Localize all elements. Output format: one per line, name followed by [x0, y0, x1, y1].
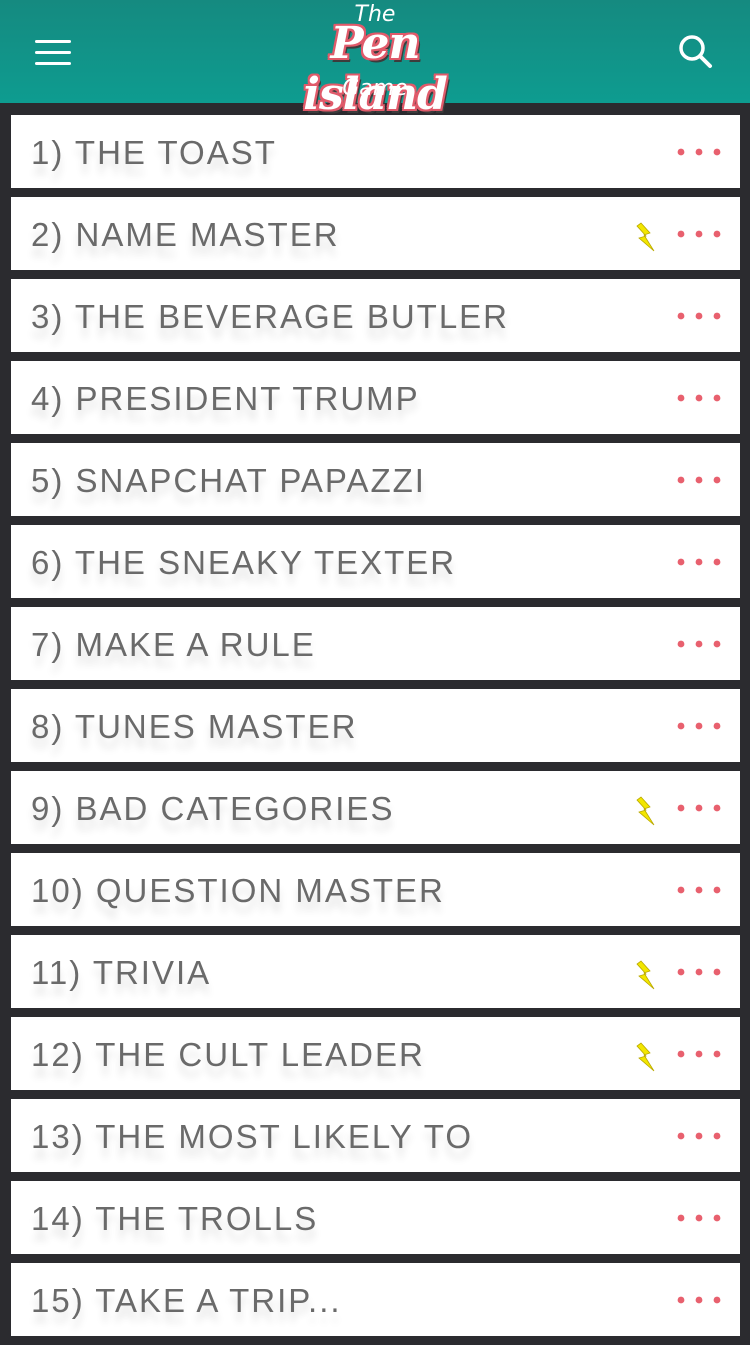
- game-list-item[interactable]: 2) NAME MASTER: [11, 197, 740, 270]
- more-options-icon[interactable]: [675, 391, 723, 405]
- game-list-item[interactable]: 7) MAKE A RULE: [11, 607, 740, 680]
- menu-line: [35, 39, 71, 43]
- menu-line: [35, 50, 71, 54]
- lightning-bolt-icon: [636, 960, 655, 990]
- game-list-item[interactable]: 5) SNAPCHAT PAPAZZI: [11, 443, 740, 516]
- game-title: 14) THE TROLLS: [31, 1200, 319, 1237]
- more-options-icon[interactable]: [675, 309, 723, 323]
- game-list-item[interactable]: 15) TAKE A TRIP...: [11, 1263, 740, 1336]
- game-list-item[interactable]: 10) QUESTION MASTER: [11, 853, 740, 926]
- lightning-bolt-icon: [636, 222, 655, 252]
- lightning-bolt-icon: [636, 796, 655, 826]
- game-title: 6) THE SNEAKY TEXTER: [31, 544, 457, 581]
- more-options-icon[interactable]: [675, 883, 723, 897]
- game-title: 2) NAME MASTER: [31, 216, 340, 253]
- more-options-icon[interactable]: [675, 473, 723, 487]
- game-title: 11) TRIVIA: [31, 954, 212, 991]
- more-options-icon[interactable]: [675, 145, 723, 159]
- game-title: 8) TUNES MASTER: [31, 708, 358, 745]
- game-title: 4) PRESIDENT TRUMP: [31, 380, 420, 417]
- more-options-icon[interactable]: [675, 1211, 723, 1225]
- more-options-icon[interactable]: [675, 1129, 723, 1143]
- game-title: 12) THE CULT LEADER: [31, 1036, 425, 1073]
- game-list-item[interactable]: 13) THE MOST LIKELY TO: [11, 1099, 740, 1172]
- more-options-icon[interactable]: [675, 637, 723, 651]
- game-list-item[interactable]: 6) THE SNEAKY TEXTER: [11, 525, 740, 598]
- game-list-item[interactable]: 9) BAD CATEGORIES: [11, 771, 740, 844]
- app-logo: The Pen island Game: [255, 0, 495, 120]
- more-options-icon[interactable]: [675, 1047, 723, 1061]
- game-title: 9) BAD CATEGORIES: [31, 790, 395, 827]
- more-options-icon[interactable]: [675, 227, 723, 241]
- search-icon[interactable]: [672, 28, 720, 76]
- game-list-item[interactable]: 1) THE TOAST: [11, 115, 740, 188]
- menu-line: [35, 61, 71, 65]
- game-title: 1) THE TOAST: [31, 134, 277, 171]
- lightning-bolt-icon: [636, 1042, 655, 1072]
- game-title: 3) THE BEVERAGE BUTLER: [31, 298, 510, 335]
- game-list-item[interactable]: 11) TRIVIA: [11, 935, 740, 1008]
- game-title: 5) SNAPCHAT PAPAZZI: [31, 462, 426, 499]
- more-options-icon[interactable]: [675, 801, 723, 815]
- app-header: The Pen island Game: [0, 0, 750, 120]
- more-options-icon[interactable]: [675, 965, 723, 979]
- game-title: 10) QUESTION MASTER: [31, 872, 445, 909]
- game-title: 15) TAKE A TRIP...: [31, 1282, 342, 1319]
- more-options-icon[interactable]: [675, 555, 723, 569]
- game-title: 13) THE MOST LIKELY TO: [31, 1118, 473, 1155]
- game-list-item[interactable]: 14) THE TROLLS: [11, 1181, 740, 1254]
- game-list-item[interactable]: 4) PRESIDENT TRUMP: [11, 361, 740, 434]
- logo-title-text: Pen island: [303, 18, 447, 120]
- game-list-item[interactable]: 12) THE CULT LEADER: [11, 1017, 740, 1090]
- game-list-item[interactable]: 3) THE BEVERAGE BUTLER: [11, 279, 740, 352]
- more-options-icon[interactable]: [675, 719, 723, 733]
- game-list: 1) THE TOAST 2) NAME MASTER 3) THE BEVERAG…: [11, 115, 740, 1345]
- game-list-item[interactable]: 8) TUNES MASTER: [11, 689, 740, 762]
- more-options-icon[interactable]: [675, 1293, 723, 1307]
- hamburger-menu-icon[interactable]: [24, 30, 82, 74]
- game-title: 7) MAKE A RULE: [31, 626, 316, 663]
- logo-game-text: Game: [342, 76, 408, 101]
